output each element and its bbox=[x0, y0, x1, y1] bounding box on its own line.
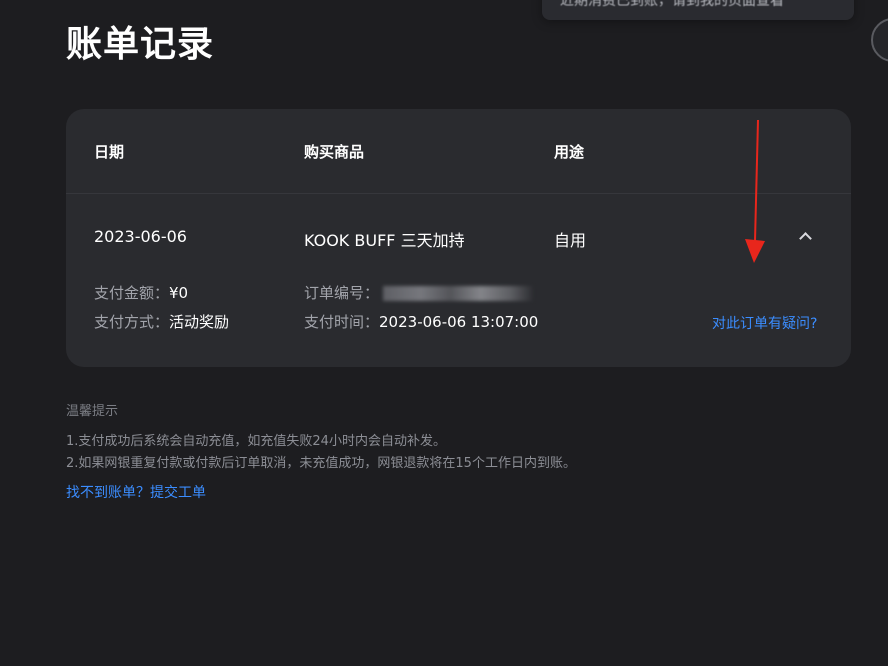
column-header-usage: 用途 bbox=[554, 143, 585, 161]
chevron-up-icon[interactable] bbox=[799, 232, 812, 245]
order-usage: 自用 bbox=[554, 231, 587, 250]
submit-ticket-link[interactable]: 找不到账单？提交工单 bbox=[66, 482, 206, 502]
payment-method: 支付方式：活动奖励 bbox=[94, 311, 229, 332]
payment-time-label: 支付时间： bbox=[304, 313, 380, 331]
payment-amount-value: ¥0 bbox=[169, 284, 189, 302]
toast-text: 近期消费已到账，请到我的页面查看 bbox=[560, 0, 784, 9]
user-avatar-button[interactable] bbox=[871, 18, 888, 62]
payment-amount: 支付金额：¥0 bbox=[94, 282, 188, 303]
header-divider bbox=[66, 193, 851, 194]
tip-item: 2.如果网银重复付款或付款后订单取消，未充值成功，网银退款将在15个工作日内到账… bbox=[66, 456, 576, 471]
tips-title: 温馨提示 bbox=[66, 404, 119, 419]
payment-amount-label: 支付金额： bbox=[94, 284, 170, 302]
annotation-arrow-icon bbox=[745, 120, 765, 263]
order-card: 日期 购买商品 用途 2023-06-06 KOOK BUFF 三天加持 自用 … bbox=[66, 109, 851, 367]
column-header-date: 日期 bbox=[94, 143, 125, 161]
payment-method-label: 支付方式： bbox=[94, 313, 170, 331]
order-number: 订单编号： bbox=[304, 282, 534, 303]
payment-time-value: 2023-06-06 13:07:00 bbox=[379, 313, 539, 331]
order-number-redacted bbox=[383, 286, 534, 301]
order-product: KOOK BUFF 三天加持 bbox=[304, 231, 465, 250]
order-question-link[interactable]: 对此订单有疑问? bbox=[712, 313, 817, 333]
column-header-product: 购买商品 bbox=[304, 143, 365, 161]
order-date: 2023-06-06 bbox=[94, 227, 187, 246]
page-title: 账单记录 bbox=[66, 24, 215, 65]
billing-page: { "header": { "title": "账单记录" }, "toast"… bbox=[0, 0, 888, 666]
tip-item: 1.支付成功后系统会自动充值，如充值失败24小时内会自动补发。 bbox=[66, 434, 446, 449]
payment-method-value: 活动奖励 bbox=[169, 313, 230, 331]
order-number-label: 订单编号： bbox=[304, 284, 380, 302]
payment-time: 支付时间：2023-06-06 13:07:00 bbox=[304, 311, 538, 332]
notification-toast: 近期消费已到账，请到我的页面查看 bbox=[542, 0, 854, 20]
